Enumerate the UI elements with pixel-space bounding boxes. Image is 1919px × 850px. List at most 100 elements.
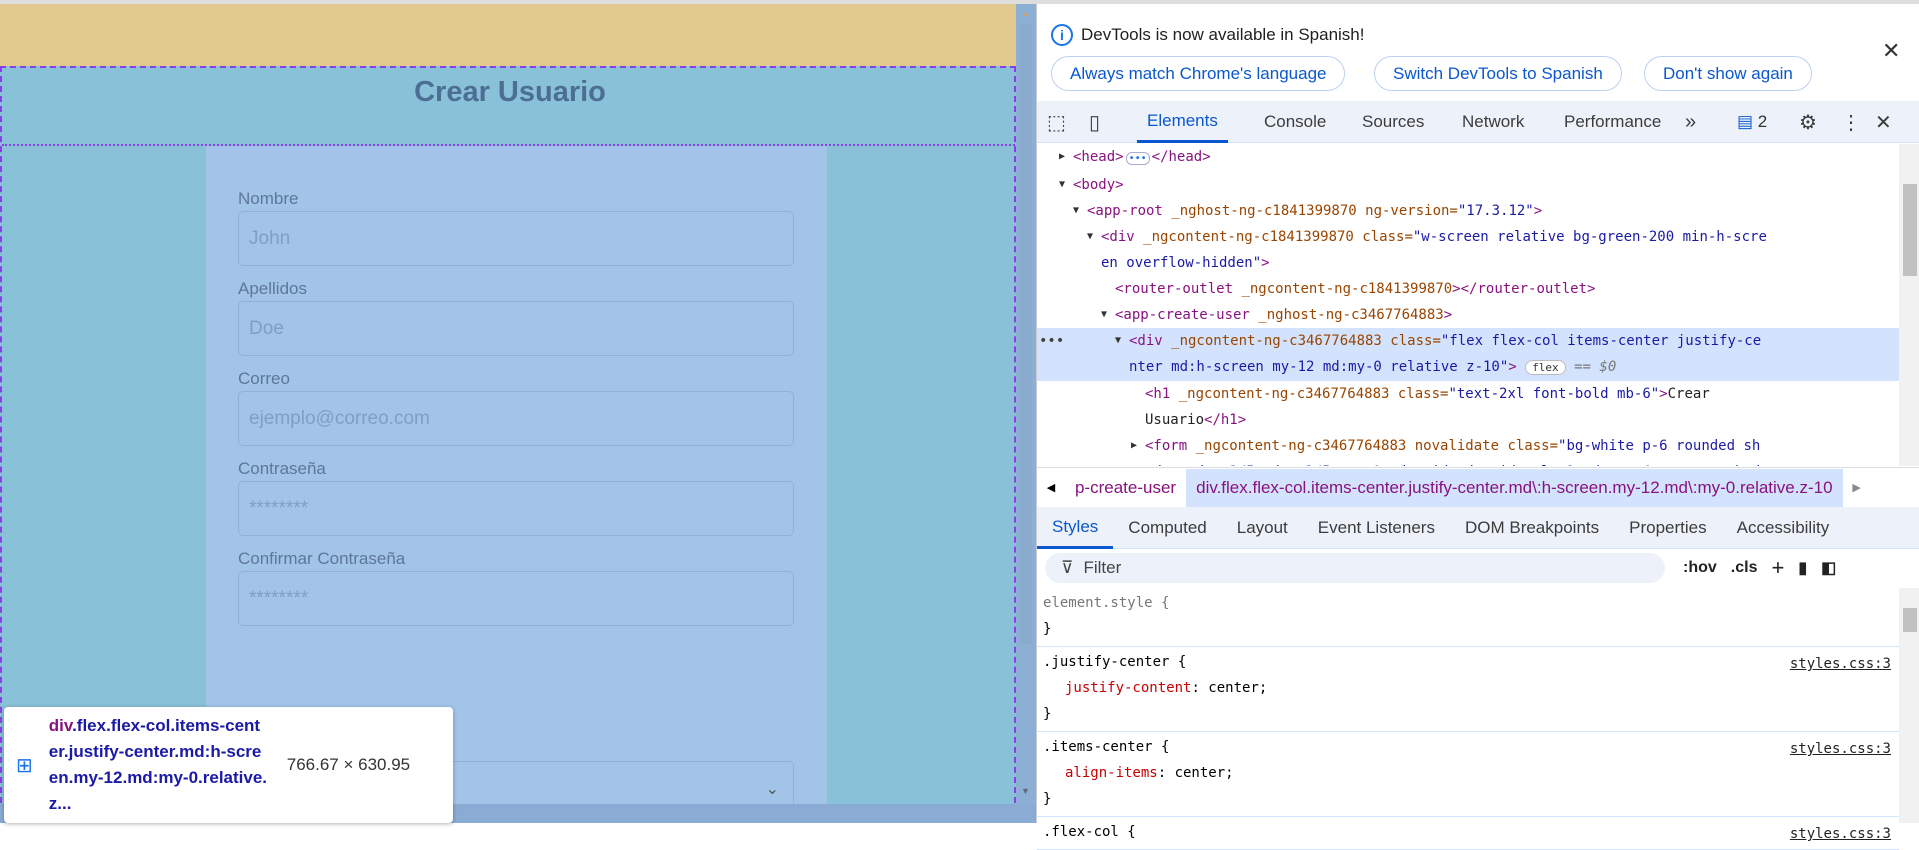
field-placeholder: Doe — [249, 317, 284, 339]
dom-node[interactable]: <router-outlet _ngcontent-ng-c1841399870… — [1037, 276, 1899, 302]
breadcrumb-left-icon[interactable]: ◀ — [1037, 481, 1065, 494]
close-devtools-icon[interactable]: ✕ — [1875, 101, 1892, 143]
field-placeholder: ******** — [249, 497, 309, 519]
dom-node[interactable]: ▼ <app-root _nghost-ng-c1841399870 ng-ver… — [1037, 198, 1899, 224]
tooltip-dimensions: 766.67 × 630.95 — [286, 755, 411, 774]
expand-arrow-icon[interactable]: ▼ — [1087, 224, 1093, 250]
rule-source-link[interactable]: styles.css:3 — [1790, 821, 1891, 847]
inspect-element-icon[interactable]: ⬚ — [1047, 101, 1066, 143]
field-input[interactable]: ******** — [238, 481, 794, 536]
collapsed-ellipsis[interactable]: ••• — [1125, 152, 1150, 165]
breadcrumb-item-selected[interactable]: div.flex.flex-col.items-center.justify-c… — [1186, 468, 1843, 507]
styles-subtabs: Styles Computed Layout Event Listeners DOM B… — [1037, 507, 1919, 549]
tab-elements[interactable]: Elements — [1137, 101, 1228, 143]
grid-layout-icon: ⊞ — [16, 754, 33, 777]
language-banner: i DevTools is now available in Spanish! — [1051, 24, 1365, 46]
css-declaration[interactable]: justify-content: center; — [1043, 675, 1893, 701]
subtab-styles[interactable]: Styles — [1037, 507, 1114, 549]
always-match-language-button[interactable]: Always match Chrome's language — [1051, 56, 1346, 91]
dom-node[interactable]: ▶ <head> ••• </head> — [1037, 144, 1899, 172]
issues-button[interactable]: ▤ 2 — [1737, 101, 1767, 143]
rule-source-link[interactable]: styles.css:3 — [1790, 736, 1891, 762]
css-rule: .items-center { styles.css:3 align-items: … — [1037, 732, 1899, 817]
flex-badge[interactable]: flex — [1525, 360, 1566, 375]
dom-node[interactable]: ▼ <body> — [1037, 172, 1899, 198]
styles-filter-input[interactable]: ⊽ Filter — [1045, 553, 1665, 583]
settings-gear-icon[interactable]: ⚙ — [1799, 101, 1817, 143]
field-placeholder: ******** — [249, 587, 309, 609]
rule-selector: element.style { — [1043, 595, 1170, 611]
node-actions-icon[interactable]: ••• — [1039, 328, 1064, 354]
field-label: Nombre — [238, 189, 299, 208]
selected-marker: == $0 — [1574, 359, 1617, 375]
breadcrumb-item[interactable]: p-create-user — [1065, 478, 1186, 498]
device-toolbar-icon[interactable]: ▯ — [1089, 101, 1100, 143]
expand-arrow-icon[interactable]: ▼ — [1059, 172, 1065, 198]
tab-console[interactable]: Console — [1264, 101, 1326, 143]
inspect-tooltip: ⊞ div.flex.flex-col.items-center.justify… — [4, 707, 453, 823]
subtab-dom-breakpoints[interactable]: DOM Breakpoints — [1450, 507, 1614, 549]
expand-arrow-icon[interactable]: ▼ — [1073, 198, 1079, 224]
scroll-up-icon[interactable]: ▲ — [1021, 8, 1030, 18]
dom-tree-scrollbar[interactable] — [1899, 144, 1919, 466]
subtab-event-listeners[interactable]: Event Listeners — [1303, 507, 1450, 549]
dom-node[interactable]: <h1 _ngcontent-ng-c3467764883 class="tex… — [1037, 381, 1899, 407]
switch-to-spanish-button[interactable]: Switch DevTools to Spanish — [1374, 56, 1622, 91]
rule-selector: .items-center { — [1043, 739, 1170, 755]
scroll-down-icon[interactable]: ▼ — [1021, 786, 1030, 796]
styles-scrollbar[interactable] — [1899, 588, 1919, 823]
new-rule-icon[interactable]: + — [1771, 555, 1784, 581]
toggle-sidebar-icon[interactable]: ◧ — [1821, 558, 1836, 578]
subtab-computed[interactable]: Computed — [1113, 507, 1221, 549]
tab-performance[interactable]: Performance — [1564, 101, 1661, 143]
dont-show-again-button[interactable]: Don't show again — [1644, 56, 1812, 91]
expand-arrow-icon[interactable]: ▶ — [1059, 144, 1065, 170]
banner-text: DevTools is now available in Spanish! — [1081, 25, 1365, 44]
subtab-layout[interactable]: Layout — [1222, 507, 1303, 549]
rule-source-link[interactable]: styles.css:3 — [1790, 651, 1891, 677]
tooltip-tag: div — [48, 716, 73, 735]
field-label: Confirmar Contraseña — [238, 549, 406, 568]
info-icon: i — [1051, 24, 1073, 46]
tooltip-selector: .flex.flex-col.items-center.justify-cent… — [48, 716, 268, 813]
header-box: Crear Usuario — [2, 68, 1018, 146]
devtools-panel: i DevTools is now available in Spanish! A… — [1036, 4, 1919, 850]
tab-network[interactable]: Network — [1462, 101, 1524, 143]
field-input[interactable]: ******** — [238, 571, 794, 626]
dom-node[interactable]: ▶ <form _ngcontent-ng-c3467764883 novalid… — [1037, 433, 1899, 459]
tab-sources[interactable]: Sources — [1362, 101, 1424, 143]
field-input[interactable]: Doe — [238, 301, 794, 356]
breadcrumb-right-icon[interactable]: ▶ — [1843, 481, 1871, 494]
cls-button[interactable]: .cls — [1731, 559, 1758, 577]
dom-node[interactable]: ••• ▼ <div _ngcontent-ng-c3467764883 class… — [1037, 328, 1899, 354]
field-placeholder: ejemplo@correo.com — [249, 407, 430, 429]
css-rule: .flex-col {styles.css:3 — [1037, 817, 1899, 850]
subtab-properties[interactable]: Properties — [1614, 507, 1721, 549]
expand-arrow-icon[interactable]: ▼ — [1101, 302, 1107, 328]
field-label: Contraseña — [238, 459, 326, 478]
close-banner-icon[interactable]: ✕ — [1882, 38, 1900, 64]
more-tabs-icon[interactable]: » — [1685, 101, 1696, 143]
chevron-down-icon: ⌄ — [765, 780, 779, 798]
paint-brush-icon[interactable]: ▮ — [1798, 558, 1807, 578]
more-options-icon[interactable]: ⋮ — [1841, 101, 1861, 143]
expand-arrow-icon[interactable]: ▶ — [1131, 433, 1137, 459]
expand-arrow-icon[interactable]: ▼ — [1115, 328, 1121, 354]
field-label: Apellidos — [238, 279, 307, 298]
vertical-scrollbar[interactable]: ▲ ▼ — [1016, 4, 1036, 804]
subtab-accessibility[interactable]: Accessibility — [1722, 507, 1845, 549]
css-rule: element.style {} — [1037, 588, 1899, 647]
field-input[interactable]: John — [238, 211, 794, 266]
rule-selector: .justify-center { — [1043, 654, 1187, 670]
field-placeholder: John — [249, 227, 291, 249]
issues-count: 2 — [1757, 112, 1768, 131]
css-declaration[interactable]: align-items: center; — [1043, 760, 1893, 786]
dom-node[interactable]: ▼ <div _ngcontent-ng-c1841399870 class="w… — [1037, 224, 1899, 250]
field-input[interactable]: ejemplo@correo.com — [238, 391, 794, 446]
hov-button[interactable]: :hov — [1683, 559, 1717, 577]
styles-rules: element.style {} .justify-center { styles.… — [1037, 588, 1899, 850]
dom-node[interactable]: ▼ <app-create-user _nghost-ng-c3467764883… — [1037, 302, 1899, 328]
margin-highlight — [0, 4, 1016, 66]
filter-placeholder: Filter — [1083, 558, 1122, 577]
dom-tree: ▶ <head> ••• </head> ▼ <body> ▼ <app-root _ngho… — [1037, 144, 1899, 466]
